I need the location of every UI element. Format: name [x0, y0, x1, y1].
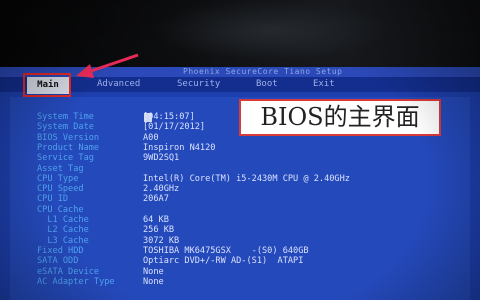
info-value: None — [143, 277, 164, 287]
info-label: SATA ODD — [37, 256, 79, 266]
info-label: L2 Cache — [37, 225, 89, 235]
info-value: Optiarc DVD+/-RW AD-(S1) ATAPI — [143, 256, 304, 266]
info-label: CPU Speed — [37, 184, 84, 194]
info-label: CPU Cache — [37, 205, 84, 215]
info-value: None — [143, 267, 164, 277]
bezel-reflection — [150, 0, 390, 60]
tab-boot[interactable]: Boot — [256, 77, 278, 92]
info-label: Service Tag — [37, 153, 94, 163]
info-value: A00 — [143, 133, 159, 143]
info-label: AC Adapter Type — [37, 277, 115, 287]
info-value: Inspiron N4120 — [143, 143, 216, 153]
info-value: 64 KB — [143, 215, 169, 225]
info-label: L3 Cache — [37, 236, 89, 246]
info-label: Fixed HDD — [37, 246, 84, 256]
info-label: System Time — [37, 112, 94, 122]
info-value: 206A7 — [143, 194, 169, 204]
info-label: CPU ID — [37, 194, 69, 204]
info-label: CPU Type — [37, 174, 79, 184]
info-value[interactable]: [04:15:07] — [143, 112, 195, 122]
main-tab-highlight-box — [23, 73, 71, 97]
info-label: Asset Tag — [37, 164, 84, 174]
bios-menu-bar: Main Advanced Security Boot Exit — [0, 77, 480, 94]
info-label: BIOS Version — [37, 133, 100, 143]
info-value: 9WD2SQ1 — [143, 153, 180, 163]
red-arrow-icon — [76, 53, 139, 78]
annotation-label: BIOS的主界面 — [239, 99, 441, 136]
info-value[interactable]: [01/17/2012] — [143, 122, 205, 132]
info-value: TOSHIBA MK6475GSX -(S0) 640GB — [143, 246, 309, 256]
bios-title-bar: Phoenix SecureCore Tiano Setup — [0, 67, 480, 77]
info-label: L1 Cache — [37, 215, 89, 225]
laptop-screen: Phoenix SecureCore Tiano Setup Main Adva… — [0, 0, 480, 300]
info-label: System Date — [37, 122, 94, 132]
info-label: Product Name — [37, 143, 100, 153]
tab-exit[interactable]: Exit — [313, 77, 335, 92]
info-label: eSATA Device — [37, 267, 100, 277]
info-value: 3072 KB — [143, 236, 180, 246]
bios-title: Phoenix SecureCore Tiano Setup — [183, 67, 343, 76]
info-value: 256 KB — [143, 225, 175, 235]
info-value: 2.40GHz — [143, 184, 180, 194]
tab-security[interactable]: Security — [177, 77, 220, 92]
info-value: Intel(R) Core(TM) i5-2430M CPU @ 2.40GHz — [143, 174, 350, 184]
